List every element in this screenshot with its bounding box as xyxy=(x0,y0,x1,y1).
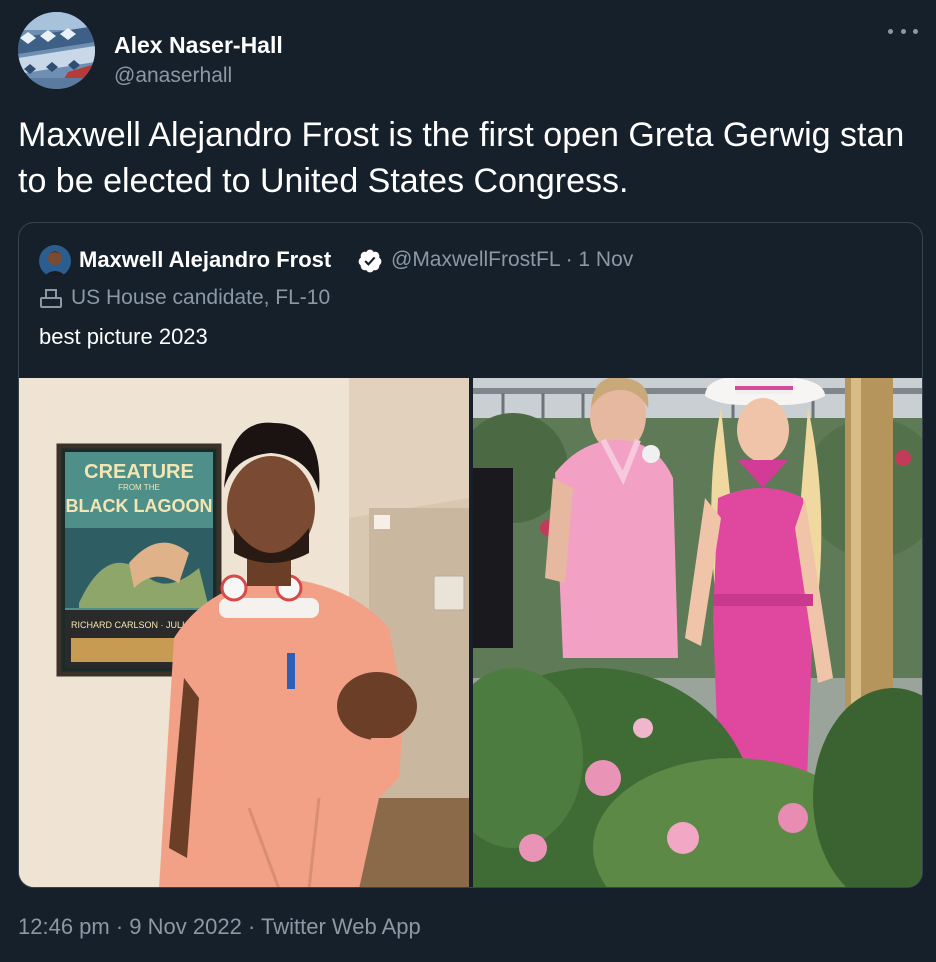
verified-badge-icon xyxy=(358,249,382,273)
quoted-media[interactable]: CREATURE FROM THE BLACK LAGOON RICHARD C… xyxy=(19,378,922,887)
tweet-text: Maxwell Alejandro Frost is the first ope… xyxy=(18,116,905,200)
candidate-label-row: US House candidate, FL-10 xyxy=(39,285,330,311)
poster-credits: RICHARD CARLSON · JULIA A xyxy=(71,620,198,630)
tweet-meta: 12:46 pm · 9 Nov 2022 · Twitter Web App xyxy=(18,914,421,940)
quoted-author-name[interactable]: Maxwell Alejandro Frost xyxy=(79,247,331,273)
tweet-date[interactable]: 9 Nov 2022 xyxy=(129,914,242,939)
poster-title-3: BLACK LAGOON xyxy=(66,496,213,516)
photo-barbie-set[interactable] xyxy=(473,378,922,887)
poster-title-2: FROM THE xyxy=(118,483,160,492)
author-avatar[interactable] xyxy=(18,12,95,89)
quoted-tweet-text: best picture 2023 xyxy=(39,324,208,349)
meta-separator: · xyxy=(109,914,130,939)
author-handle[interactable]: @anaserhall xyxy=(114,64,232,88)
quoted-tweet[interactable]: Maxwell Alejandro Frost @MaxwellFrostFL … xyxy=(18,222,923,888)
more-options-icon[interactable] xyxy=(888,20,918,42)
tweet-header: Alex Naser-Hall @anaserhall xyxy=(18,12,918,92)
quoted-author-avatar[interactable] xyxy=(39,245,71,277)
photo-frost-jumpsuit[interactable]: CREATURE FROM THE BLACK LAGOON RICHARD C… xyxy=(19,378,469,887)
meta-separator: · xyxy=(241,914,261,939)
ballot-box-icon xyxy=(40,289,62,308)
quoted-handle-date[interactable]: @MaxwellFrostFL · 1 Nov xyxy=(391,248,633,272)
candidate-label: US House candidate, FL-10 xyxy=(71,286,331,309)
tweet-source[interactable]: Twitter Web App xyxy=(261,914,421,939)
tweet-time[interactable]: 12:46 pm xyxy=(18,914,110,939)
poster-title-1: CREATURE xyxy=(84,461,194,483)
author-name[interactable]: Alex Naser-Hall xyxy=(114,32,283,59)
